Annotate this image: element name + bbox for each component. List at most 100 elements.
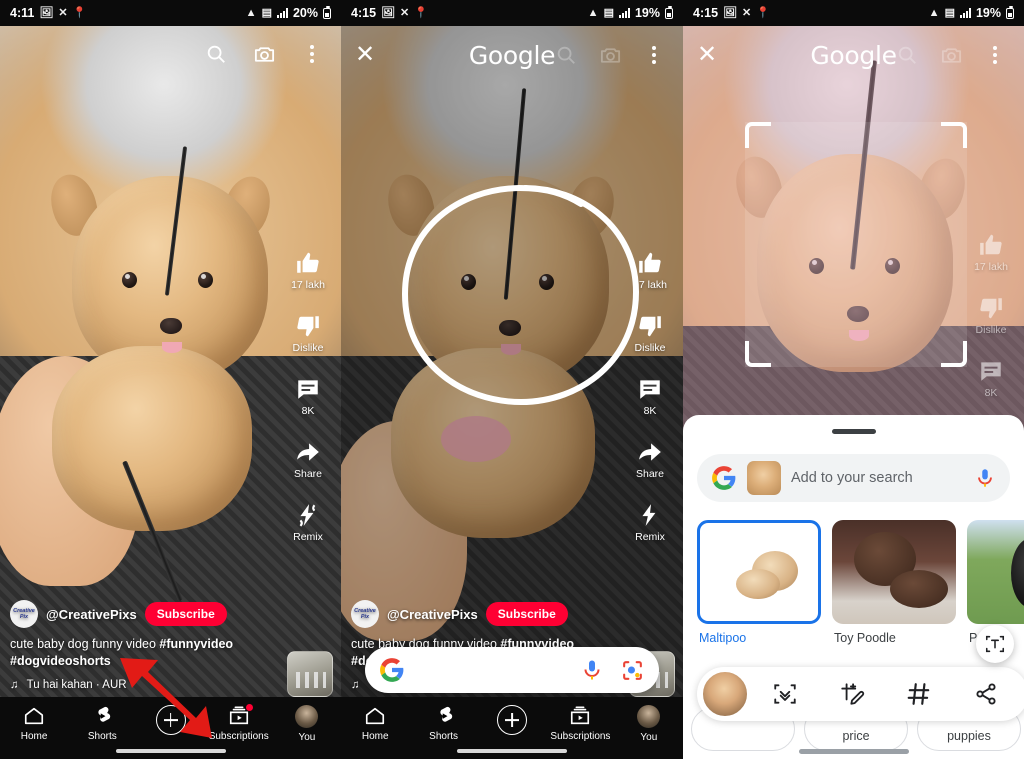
share-button[interactable]: Share [636,439,664,480]
crop-handle-top-left[interactable] [745,122,771,148]
hashtag-icon[interactable] [888,681,951,707]
more-vertical-icon[interactable] [297,39,327,69]
text-select-icon[interactable] [976,625,1014,663]
nav-subscriptions[interactable]: Subscriptions [546,705,614,742]
channel-avatar[interactable]: Creative Pix [351,600,379,629]
query-thumbnail[interactable] [747,461,781,495]
close-icon[interactable]: ✕ [697,43,717,67]
mic-icon[interactable] [580,658,604,682]
channel-row[interactable]: Creative Pix @CreativePixs Subscribe [351,600,673,629]
visual-search-icon[interactable] [753,681,816,707]
search-icon[interactable] [201,39,231,69]
nav-shorts-label: Shorts [87,731,117,742]
result-card-maltipoo[interactable]: Maltipoo [697,520,821,645]
vo-lte-icon: ▤ [261,6,272,19]
nav-home[interactable]: Home [0,705,68,742]
music-note-icon: ♫ [10,679,19,691]
status-bar: 4:11 🖼 ✕ 📍 ▲ ▤ 20% [0,0,341,26]
search-icon[interactable] [551,40,581,70]
result-image [832,520,956,624]
panel-lens-results: 4:15 🖼 ✕ 📍 ▲ ▤ 19% ✕ Google 17 lakh Disl… [683,0,1024,759]
camera-icon[interactable] [595,40,625,70]
annotation-arrow-icon [120,658,212,738]
shorts-header [0,26,341,82]
image-icon: 🖼 [39,6,54,19]
remix-label: Remix [293,531,323,543]
dislike-button: Dislike [976,295,1006,336]
avatar-line-2: Pix [19,614,29,621]
subscribe-button[interactable]: Subscribe [485,602,568,627]
result-card-toy-poodle[interactable]: Toy Poodle [832,520,956,645]
share-label: Share [293,468,323,480]
signal-icon [276,8,288,18]
add-to-search-bar[interactable]: Add to your search [697,454,1010,502]
like-count: 17 lakh [974,261,1008,273]
more-vertical-icon[interactable] [639,40,669,70]
subscribe-button[interactable]: Subscribe [144,602,227,627]
nav-you[interactable]: You [615,705,683,743]
camera-icon[interactable] [249,39,279,69]
like-button[interactable]: 17 lakh [291,250,325,291]
nav-subscriptions-label: Subscriptions [208,731,269,742]
panel-youtube-shorts: 4:11 🖼 ✕ 📍 ▲ ▤ 20% 17 lakh Dislike 8K Sh… [0,0,341,759]
crop-handle-top-right[interactable] [941,122,967,148]
shorts-action-rail: 17 lakh Dislike 8K Share Remix [281,250,335,543]
plus-icon[interactable] [497,705,528,735]
comment-count: 8K [301,405,315,417]
location-icon: 📍 [72,6,87,19]
google-search-bar[interactable] [365,647,659,693]
mic-icon[interactable] [974,467,996,489]
status-time: 4:15 [693,6,719,20]
comment-count: 8K [643,405,657,417]
caption-hashtag-1[interactable]: #funnyvideo [159,637,233,651]
selection-crop-box[interactable] [745,122,967,367]
caption-hashtag-2[interactable]: #dogvideoshorts [10,654,111,668]
query-thumbnail-icon[interactable] [701,670,749,718]
add-to-search-icon[interactable] [820,681,883,707]
wifi-icon: ▲ [245,6,257,19]
selection-highlight [745,122,967,367]
remix-button[interactable]: Remix [293,502,323,543]
close-icon[interactable]: ✕ [355,43,375,67]
result-label: Maltipoo [699,631,747,645]
circle-gesture-icon [401,184,640,406]
signal-icon [959,8,971,18]
bottom-navigation: Home Shorts Subscriptions You [341,697,683,759]
remix-button[interactable]: Remix [635,502,665,543]
sheet-drag-handle[interactable] [831,429,876,434]
crop-handle-bottom-left[interactable] [745,341,771,367]
channel-row[interactable]: Creative Pix @CreativePixs Subscribe [10,600,331,629]
image-icon: 🖼 [723,6,737,19]
channel-handle[interactable]: @CreativePixs [387,607,478,622]
lens-results-sheet: Add to your search Maltipoo Toy Poodle p… [683,415,1024,759]
comments-button: 8K [978,358,1004,399]
home-indicator [798,749,909,754]
result-label: Toy Poodle [834,631,896,645]
channel-handle[interactable]: @CreativePixs [46,607,137,622]
remix-label: Remix [635,531,665,543]
nav-you[interactable]: You [273,705,341,743]
channel-avatar[interactable]: Creative Pix [10,600,38,629]
comments-button[interactable]: 8K [295,376,321,417]
more-vertical-icon[interactable] [980,40,1010,70]
dislike-button[interactable]: Dislike [292,313,324,354]
camera-icon[interactable] [936,40,966,70]
nav-home[interactable]: Home [341,705,409,742]
lens-icon[interactable] [620,658,645,683]
home-indicator [115,749,226,753]
location-icon: 📍 [414,6,428,19]
nav-create[interactable] [478,705,546,735]
search-icon[interactable] [892,40,922,70]
crop-handle-bottom-right[interactable] [941,341,967,367]
like-button: 17 lakh [974,232,1008,273]
sound-thumbnail[interactable] [287,651,333,697]
avatar-icon[interactable] [637,705,661,728]
add-to-search-input[interactable]: Add to your search [791,470,964,486]
nav-subscriptions[interactable]: Subscriptions [205,704,273,742]
nav-shorts[interactable]: Shorts [409,705,477,742]
dislike-label: Dislike [292,342,324,354]
share-icon[interactable] [955,682,1018,706]
avatar-icon[interactable] [295,705,319,728]
share-button[interactable]: Share [294,439,322,480]
status-time: 4:11 [10,6,35,20]
